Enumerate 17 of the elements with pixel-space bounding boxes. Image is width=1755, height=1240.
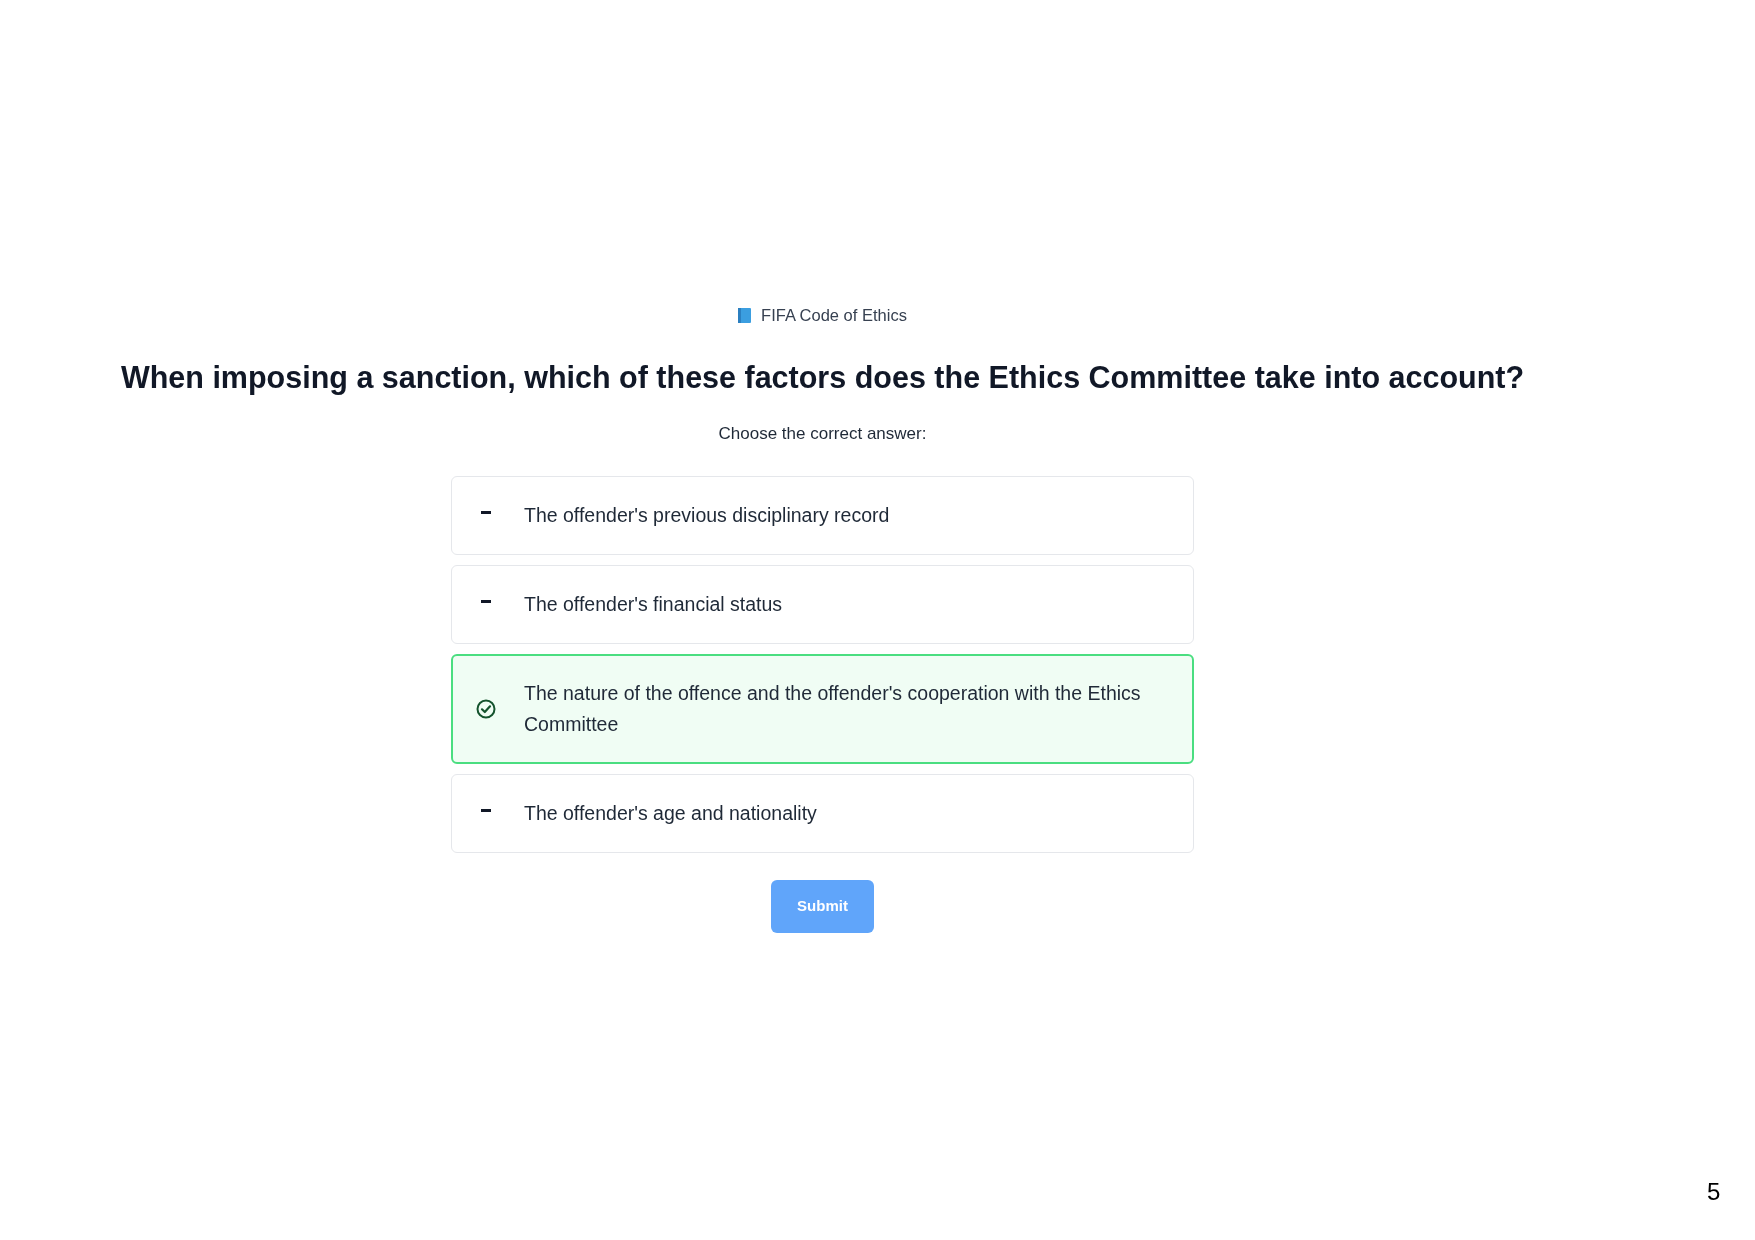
option-text: The offender's previous disciplinary record: [524, 503, 890, 528]
answer-option[interactable]: The offender's age and nationality: [451, 774, 1194, 853]
book-icon: [738, 307, 752, 323]
page-number: 5: [1707, 1178, 1722, 1206]
answer-option[interactable]: The offender's financial status: [451, 565, 1194, 644]
instruction-text: Choose the correct answer:: [718, 424, 927, 444]
answer-option[interactable]: The nature of the offence and the offender's cooperation with the Ethics Committee: [451, 654, 1194, 764]
option-text: The offender's financial status: [524, 592, 783, 617]
question-heading: When imposing a sanction, which of these factors does the Ethics Committee take into account?: [120, 359, 1525, 397]
source-label: FIFA Code of Ethics: [761, 305, 907, 326]
check-circle-icon: [476, 699, 496, 719]
option-text: The offender's age and nationality: [524, 801, 817, 826]
dash-icon: [481, 809, 491, 812]
dash-icon: [481, 511, 491, 514]
dash-icon: [481, 600, 491, 603]
option-text: The nature of the offence and the offender's cooperation with the Ethics Committee: [524, 681, 1142, 737]
answer-option[interactable]: The offender's previous disciplinary record: [451, 476, 1194, 555]
